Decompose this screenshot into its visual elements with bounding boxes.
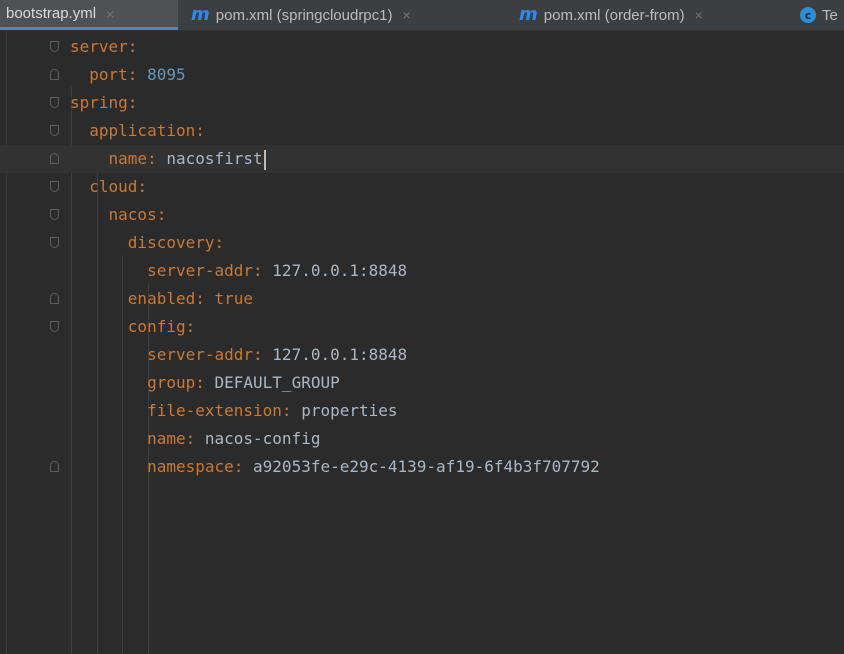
code-editor[interactable]: server: port: 8095 spring: application: … <box>0 31 844 654</box>
code-line[interactable]: nacos: <box>0 201 844 229</box>
tab-label: bootstrap.yml <box>6 5 97 22</box>
fold-open-icon[interactable] <box>50 209 59 220</box>
yaml-key: name <box>147 429 186 448</box>
fold-open-icon[interactable] <box>50 125 59 136</box>
code-line[interactable]: application: <box>0 117 844 145</box>
fold-open-icon[interactable] <box>50 321 59 332</box>
yaml-value: a92053fe-e29c-4139-af19-6f4b3f707792 <box>253 457 600 476</box>
fold-open-icon[interactable] <box>50 181 59 192</box>
yaml-key: spring <box>70 93 128 112</box>
fold-open-icon[interactable] <box>50 97 59 108</box>
tab-label: Te <box>822 6 838 24</box>
tab-pom-springcloudrpc1[interactable]: m pom.xml (springcloudrpc1) × <box>191 0 411 30</box>
code-line-current[interactable]: name: nacosfirst <box>0 145 844 173</box>
code-line[interactable]: cloud: <box>0 173 844 201</box>
fold-end-icon[interactable] <box>50 461 59 472</box>
close-icon[interactable]: × <box>695 7 703 23</box>
maven-m-icon: m <box>191 4 210 25</box>
yaml-value: 127.0.0.1:8848 <box>272 345 408 364</box>
yaml-key: cloud <box>89 177 138 196</box>
tab-pom-order-from[interactable]: m pom.xml (order-from) × <box>519 0 703 30</box>
code-line[interactable]: file-extension: properties <box>0 397 844 425</box>
yaml-key: server-addr <box>147 345 254 364</box>
code-line[interactable]: config: <box>0 313 844 341</box>
yaml-key: namespace <box>147 457 234 476</box>
yaml-key: file-extension <box>147 401 282 420</box>
code-line[interactable]: name: nacos-config <box>0 425 844 453</box>
code-line[interactable]: port: 8095 <box>0 61 844 89</box>
tab-label: pom.xml (order-from) <box>543 6 685 24</box>
yaml-key: nacos <box>108 205 157 224</box>
ide-window: bootstrap.yml × m pom.xml (springcloudrp… <box>0 0 844 654</box>
maven-m-icon: m <box>519 4 538 25</box>
fold-end-icon[interactable] <box>50 293 59 304</box>
code-line[interactable]: discovery: <box>0 229 844 257</box>
yaml-value: true <box>214 289 254 308</box>
fold-open-icon[interactable] <box>50 41 59 52</box>
fold-end-icon[interactable] <box>50 153 59 164</box>
tab-bootstrap-yml[interactable]: bootstrap.yml × <box>0 0 178 30</box>
editor-tab-bar: bootstrap.yml × m pom.xml (springcloudrp… <box>0 0 844 31</box>
tab-label: pom.xml (springcloudrpc1) <box>215 6 393 24</box>
fold-open-icon[interactable] <box>50 237 59 248</box>
yaml-key: application <box>89 121 196 140</box>
yaml-value: 8095 <box>147 65 186 84</box>
yaml-value: properties <box>301 401 398 420</box>
yaml-value: 127.0.0.1:8848 <box>272 261 408 280</box>
code-line[interactable]: server-addr: 127.0.0.1:8848 <box>0 257 844 285</box>
code-line[interactable]: spring: <box>0 89 844 117</box>
code-line[interactable]: enabled: true <box>0 285 844 313</box>
yaml-key: enabled <box>127 289 196 308</box>
code-line[interactable]: namespace: a92053fe-e29c-4139-af19-6f4b3… <box>0 453 844 481</box>
close-icon[interactable]: × <box>403 7 411 23</box>
code-line[interactable]: server-addr: 127.0.0.1:8848 <box>0 341 844 369</box>
yaml-key: server-addr <box>147 261 254 280</box>
class-c-icon: c <box>800 7 816 23</box>
yaml-value: nacos-config <box>204 429 321 448</box>
fold-end-icon[interactable] <box>50 69 59 80</box>
yaml-key: name <box>108 149 148 168</box>
yaml-key: group <box>147 373 196 392</box>
yaml-key: server <box>70 37 128 56</box>
yaml-key: port <box>89 65 128 84</box>
text-cursor <box>263 149 266 170</box>
code-line[interactable]: group: DEFAULT_GROUP <box>0 369 844 397</box>
yaml-value: DEFAULT_GROUP <box>214 373 340 392</box>
yaml-key: config <box>127 317 186 336</box>
yaml-value: nacosfirst <box>166 149 263 168</box>
code-line[interactable]: server: <box>0 33 844 61</box>
yaml-key: discovery <box>127 233 215 252</box>
close-icon[interactable]: × <box>106 6 114 22</box>
tab-te[interactable]: c Te <box>800 0 838 30</box>
